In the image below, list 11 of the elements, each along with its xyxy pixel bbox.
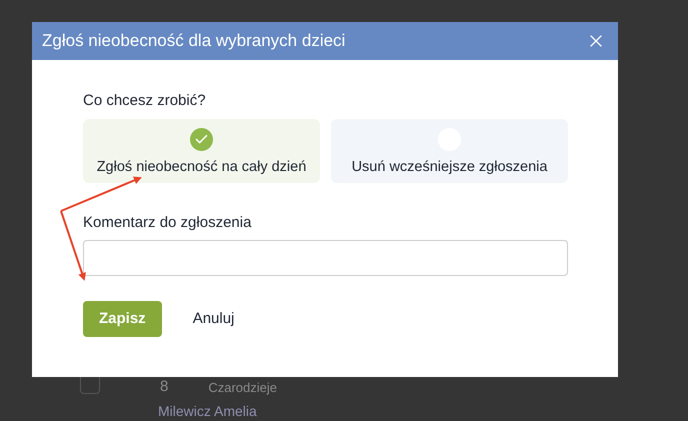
child-name[interactable]: Milewicz Amelia xyxy=(158,403,257,420)
row-number: 8 xyxy=(160,377,168,397)
dialog-title: Zgłoś nieobecność dla wybranych dzieci xyxy=(42,30,346,52)
comment-label: Komentarz do zgłoszenia xyxy=(83,212,252,232)
comment-field[interactable] xyxy=(83,240,568,276)
check-icon xyxy=(190,128,213,150)
group-name: Czarodzieje xyxy=(208,379,277,397)
option-card[interactable]: Usuń wcześniejsze zgłoszenia xyxy=(331,118,568,182)
question-label: Co chcesz zrobić? xyxy=(83,91,207,111)
option-card[interactable]: Zgłoś nieobecność na cały dzień xyxy=(83,118,320,182)
cancel-button[interactable]: Anuluj xyxy=(192,301,234,337)
